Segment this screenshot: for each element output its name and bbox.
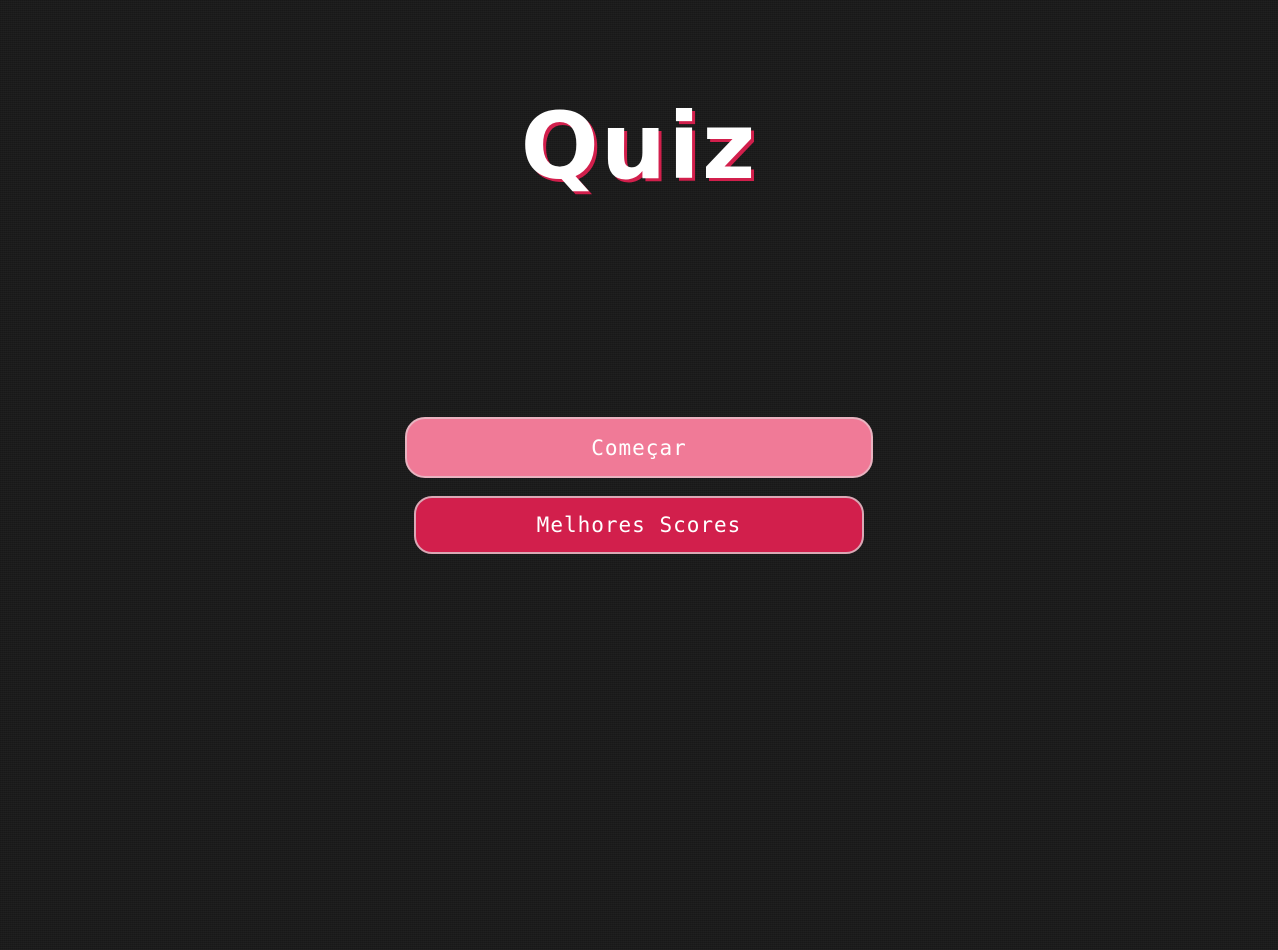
start-button[interactable]: Começar xyxy=(405,417,873,478)
start-button-label: Começar xyxy=(591,435,687,460)
page-title: Quiz xyxy=(520,93,758,200)
high-scores-button-label: Melhores Scores xyxy=(536,513,742,537)
high-scores-button[interactable]: Melhores Scores xyxy=(414,496,864,554)
